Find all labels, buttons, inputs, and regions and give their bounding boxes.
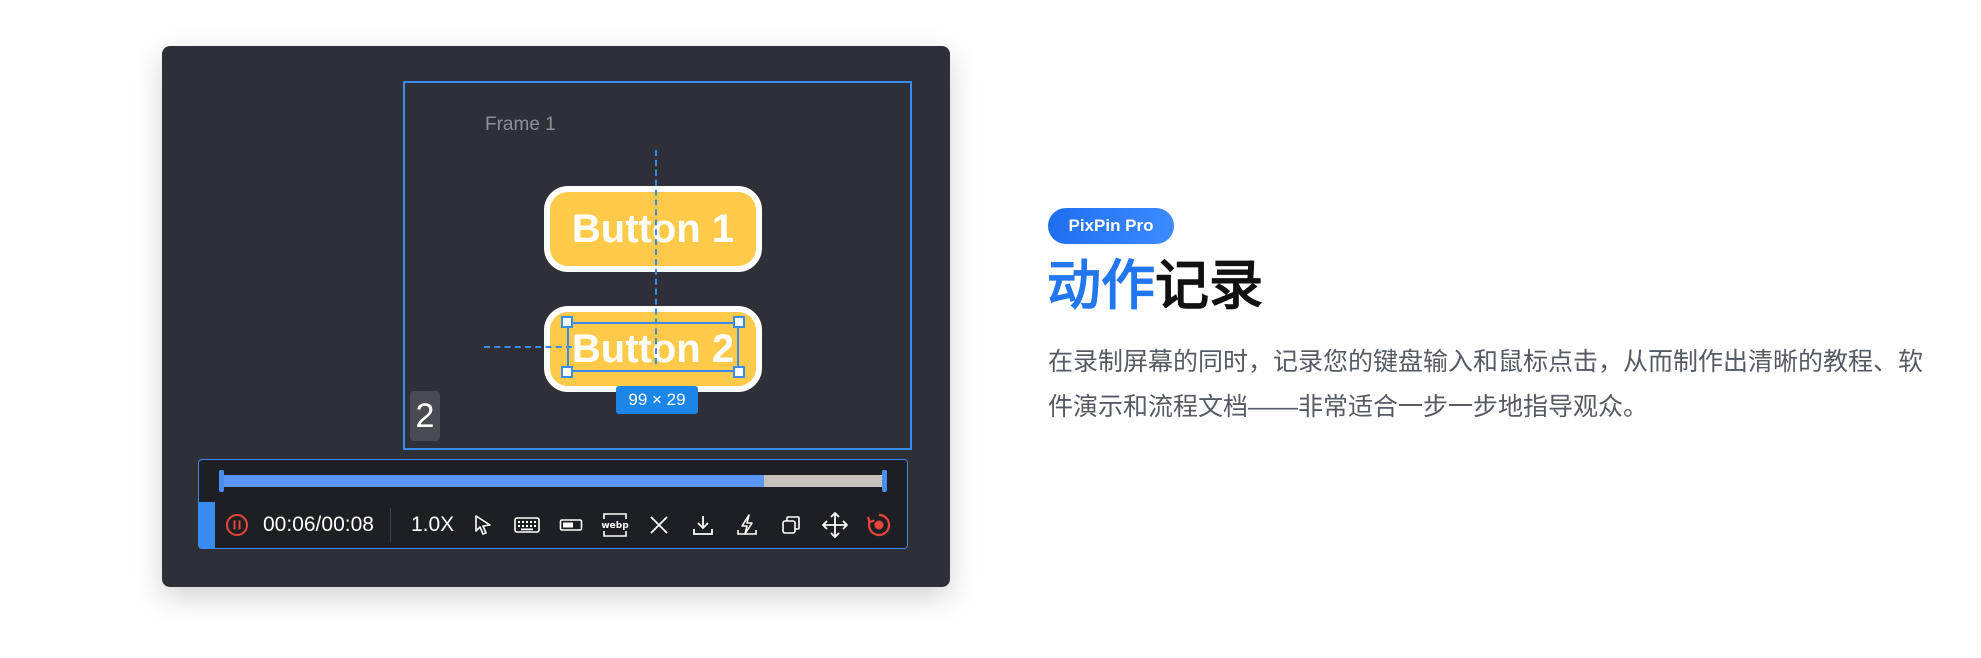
svg-text:webp: webp — [601, 521, 629, 531]
step-number-badge: 2 — [410, 391, 440, 441]
playback-speed[interactable]: 1.0X — [411, 513, 454, 537]
trim-handle-end[interactable] — [882, 470, 887, 492]
toolbar-controls: 00:06/00:08 1.0X webp — [199, 502, 907, 548]
webp-icon[interactable]: webp — [600, 510, 630, 540]
resize-handle-bottom-left[interactable] — [561, 366, 573, 378]
keyboard-icon[interactable] — [512, 510, 542, 540]
resize-handle-top-right[interactable] — [733, 316, 745, 328]
feature-description: 在录制屏幕的同时，记录您的键盘输入和鼠标点击，从而制作出清晰的教程、软件演示和流… — [1048, 348, 1924, 421]
recording-time: 00:06/00:08 — [263, 513, 374, 536]
feature-title-rest: 记录 — [1155, 256, 1263, 316]
recording-preview-panel: Frame 1 Button 1 Button 2 99 × 29 2 00:0… — [162, 46, 950, 587]
download-icon[interactable] — [688, 510, 718, 540]
trim-handle-start[interactable] — [219, 470, 224, 492]
cursor-icon[interactable] — [468, 510, 498, 540]
resize-handle-top-left[interactable] — [561, 316, 573, 328]
move-icon[interactable] — [820, 510, 850, 540]
progress-track[interactable] — [221, 475, 883, 487]
text-selection-box[interactable] — [567, 322, 739, 372]
selection-size-label: 99 × 29 — [616, 386, 698, 414]
pause-icon[interactable] — [225, 513, 249, 537]
feature-title-accent: 动作 — [1047, 256, 1155, 316]
toolbar-accent — [199, 502, 215, 548]
close-icon[interactable] — [644, 510, 674, 540]
record-icon[interactable] — [864, 510, 894, 540]
frame-label: Frame 1 — [485, 114, 556, 135]
toolbar-divider — [389, 508, 391, 542]
feature-title: 动作记录 — [1047, 254, 1263, 318]
recorder-toolbar: 00:06/00:08 1.0X webp — [198, 459, 908, 549]
resize-handle-bottom-right[interactable] — [733, 366, 745, 378]
flash-icon[interactable] — [732, 510, 762, 540]
progress-fill — [221, 475, 764, 487]
copy-icon[interactable] — [776, 510, 806, 540]
alignment-guide-horizontal — [484, 346, 572, 348]
button-1[interactable]: Button 1 — [544, 186, 762, 272]
pro-badge: PixPin Pro — [1048, 208, 1174, 244]
status-bar-icon[interactable] — [556, 510, 586, 540]
